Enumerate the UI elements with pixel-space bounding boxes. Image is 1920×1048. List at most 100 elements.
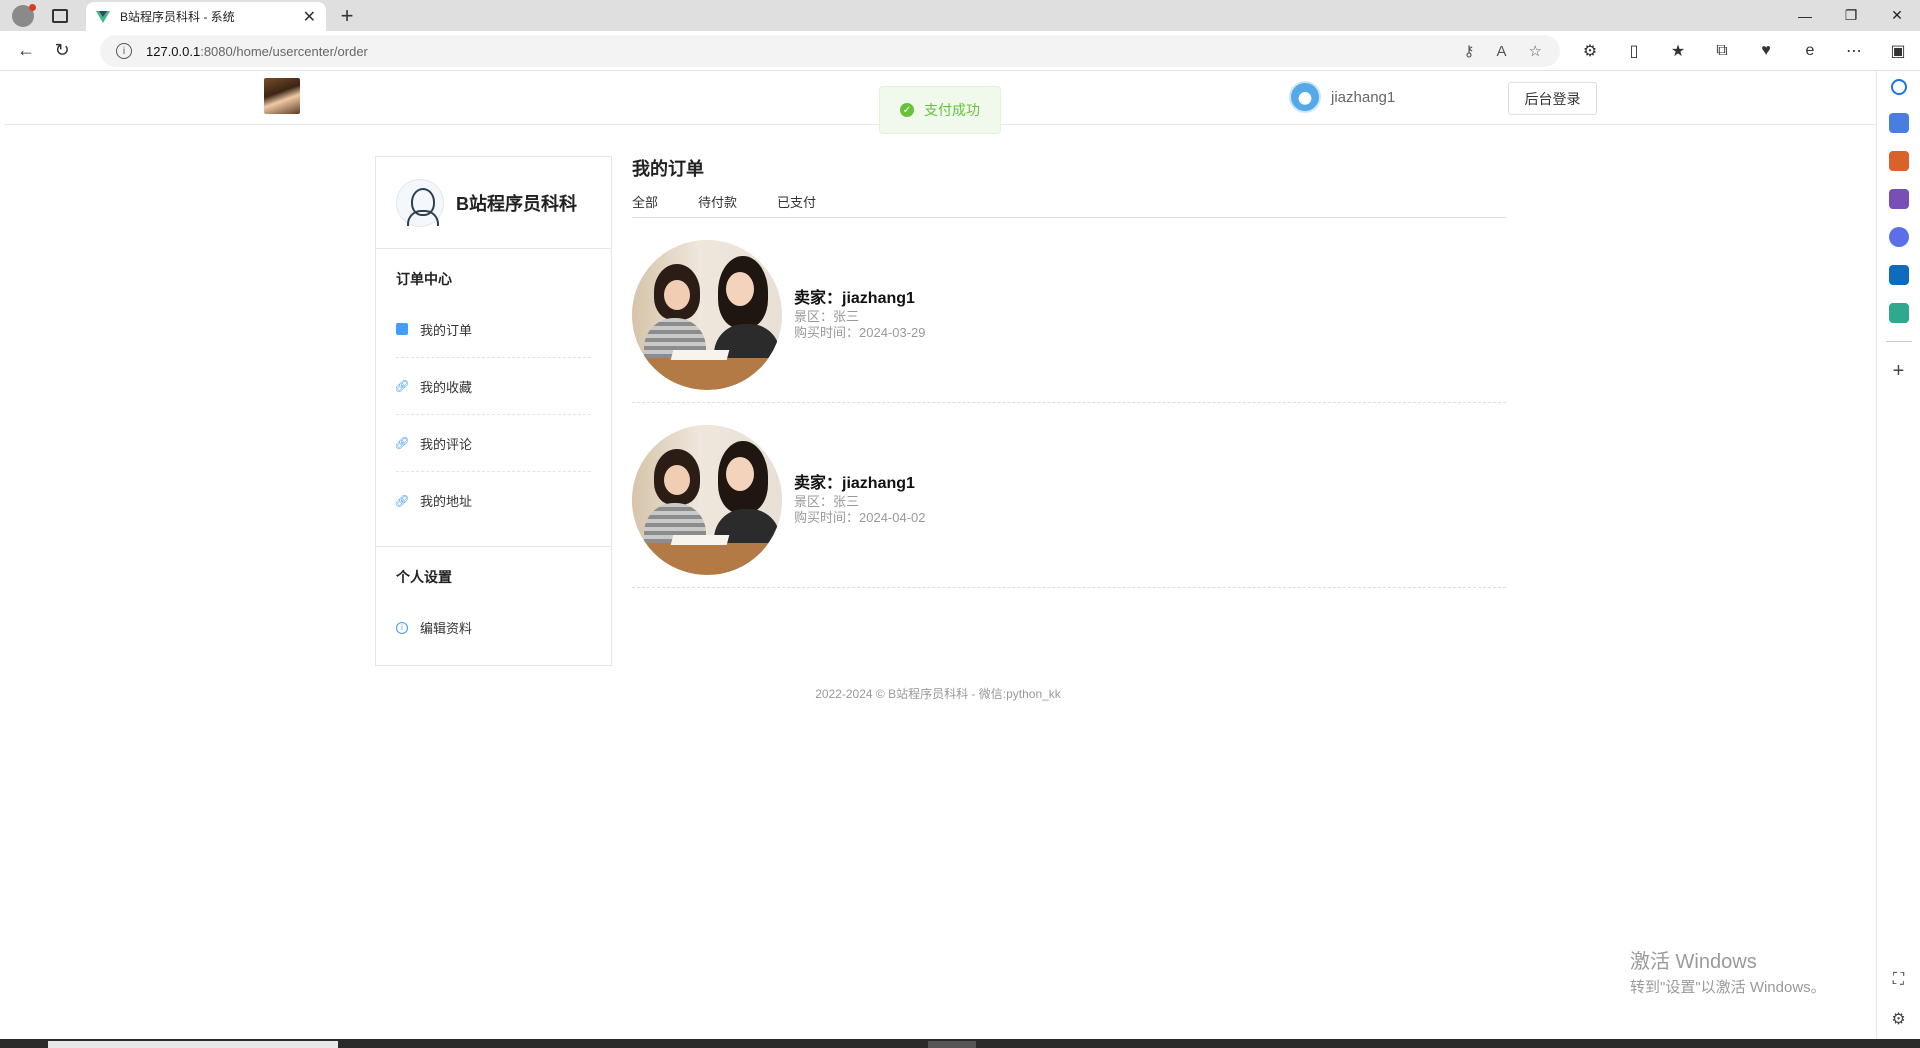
sidebar-toggle-icon[interactable]: ▣: [1876, 41, 1920, 61]
add-icon[interactable]: +: [1893, 360, 1905, 383]
order-info: 卖家：jiazhang1 景区：张三 购买时间：2024-03-29: [794, 289, 926, 341]
send-icon[interactable]: [1888, 303, 1909, 323]
order-item[interactable]: 卖家：jiazhang1 景区：张三 购买时间：2024-04-02: [632, 403, 1506, 588]
browser-sidebar: + ⛶ ⚙: [1876, 71, 1920, 1039]
copilot-icon[interactable]: [1888, 227, 1909, 247]
url-host: 127.0.0.1: [146, 43, 201, 59]
site-info-icon[interactable]: i: [116, 43, 132, 59]
sidebar-item-my-address[interactable]: 🔗︎ 我的地址: [394, 472, 591, 529]
order-seller: 卖家：jiazhang1: [794, 290, 915, 307]
taskbar-app[interactable]: [928, 1041, 976, 1048]
page-viewport: jiazhang1 后台登录 ✓ 支付成功 B站程序员科科 订单中心 我的订单 …: [0, 71, 1876, 1039]
browser-tab[interactable]: B站程序员科科 - 系统 ✕: [86, 2, 326, 31]
settings-gear-icon[interactable]: ⚙: [1891, 1009, 1905, 1029]
sidebar-item-label: 我的地址: [420, 494, 473, 509]
chess-icon[interactable]: [1888, 189, 1909, 209]
browser-tab-title: B站程序员科科 - 系统: [120, 10, 235, 24]
sidebar-item-label: 编辑资料: [420, 621, 473, 636]
windows-activation-watermark: 激活 Windows 转到"设置"以激活 Windows。: [1630, 945, 1826, 997]
edge-icon[interactable]: e: [1788, 42, 1832, 60]
site-logo[interactable]: [264, 78, 300, 114]
order-time: 购买时间：2024-04-02: [794, 510, 926, 525]
sidebar-item-my-orders[interactable]: 我的订单: [396, 301, 591, 358]
extensions-icon[interactable]: ⚙: [1568, 41, 1612, 61]
collections-icon[interactable]: ⧉: [1700, 42, 1744, 60]
window-close-button[interactable]: ✕: [1874, 0, 1920, 31]
url-path: :8080/home/usercenter/order: [200, 43, 368, 59]
page-title: 我的订单: [632, 159, 704, 179]
order-info: 卖家：jiazhang1 景区：张三 购买时间：2024-04-02: [794, 474, 926, 526]
sidebar-item-my-comments[interactable]: 🔗︎ 我的评论: [394, 415, 591, 472]
user-center-sidebar: B站程序员科科 订单中心 我的订单 🔗︎ 我的收藏 🔗︎ 我的评论 🔗︎ 我的地…: [375, 156, 612, 666]
outlook-icon[interactable]: [1888, 265, 1909, 285]
restore-button[interactable]: ❐: [1828, 0, 1874, 31]
order-center-section: 订单中心 我的订单 🔗︎ 我的收藏 🔗︎ 我的评论 🔗︎ 我的地址: [376, 249, 611, 529]
os-taskbar: [0, 1039, 1920, 1048]
browser-toolbar: ← ↻ i 127.0.0.1:8080/home/usercenter/ord…: [0, 31, 1920, 71]
minimize-button[interactable]: —: [1782, 0, 1828, 31]
tab-close-icon[interactable]: ✕: [303, 7, 316, 27]
link-icon: 🔗︎: [394, 436, 410, 450]
user-menu[interactable]: jiazhang1: [1289, 81, 1395, 113]
order-area: 景区：张三: [794, 309, 860, 324]
taskbar-search[interactable]: [48, 1041, 338, 1048]
order-seller: 卖家：jiazhang1: [794, 475, 915, 492]
tab-paid[interactable]: 已支付: [777, 192, 816, 211]
success-message-text: 支付成功: [924, 102, 980, 118]
read-aloud-icon[interactable]: A: [1497, 43, 1507, 60]
sidebar-item-label: 我的收藏: [420, 379, 473, 395]
more-icon[interactable]: ⋯: [1832, 41, 1876, 61]
screenshot-icon[interactable]: ⛶: [1893, 971, 1904, 989]
brand-name: B站程序员科科: [456, 193, 577, 214]
sidebar-item-label: 我的订单: [420, 322, 473, 338]
window-controls: — ❐ ✕: [1782, 0, 1920, 31]
sidebar-item-label: 我的评论: [420, 436, 473, 452]
brand-avatar-icon: [396, 178, 444, 227]
user-avatar[interactable]: [1289, 81, 1321, 113]
document-icon: [396, 323, 408, 335]
performance-icon[interactable]: ♥: [1744, 42, 1788, 60]
order-tabs: 全部 待付款 已支付: [632, 188, 1506, 218]
order-area: 景区：张三: [794, 494, 860, 509]
link-icon: 🔗︎: [394, 379, 410, 393]
tab-all[interactable]: 全部: [632, 192, 658, 211]
username[interactable]: jiazhang1: [1331, 89, 1395, 106]
personal-settings-title: 个人设置: [396, 569, 452, 585]
favorite-star-icon[interactable]: ☆: [1529, 42, 1542, 60]
watermark-line1: 激活 Windows: [1630, 951, 1757, 973]
sidebar-divider: [1885, 341, 1912, 342]
link-icon: 🔗︎: [394, 493, 410, 508]
split-screen-icon[interactable]: ▯: [1612, 41, 1656, 61]
watermark-line2: 转到"设置"以激活 Windows。: [1630, 979, 1826, 996]
order-center-title: 订单中心: [396, 271, 452, 287]
success-message: ✓ 支付成功: [879, 86, 1001, 134]
toolbox-icon[interactable]: [1888, 151, 1909, 171]
sidebar-item-my-favorites[interactable]: 🔗︎ 我的收藏: [394, 358, 591, 415]
order-image[interactable]: [632, 425, 782, 575]
order-item[interactable]: 卖家：jiazhang1 景区：张三 购买时间：2024-03-29: [632, 218, 1506, 403]
tab-pending-payment[interactable]: 待付款: [698, 192, 737, 211]
order-image[interactable]: [632, 240, 782, 390]
key-icon[interactable]: ⚷: [1464, 42, 1475, 60]
info-icon: i: [396, 621, 408, 634]
sidebar-brand: B站程序员科科: [376, 157, 611, 249]
orders-content: 我的订单 全部 待付款 已支付 卖家：jiazhang1 景区：张三 购买时间：…: [632, 156, 1506, 588]
profile-icon[interactable]: [12, 3, 36, 27]
order-time: 购买时间：2024-03-29: [794, 325, 926, 340]
admin-login-button[interactable]: 后台登录: [1508, 82, 1597, 115]
tag-icon[interactable]: [1888, 113, 1909, 133]
sidebar-item-edit-profile[interactable]: i 编辑资料: [396, 599, 591, 656]
success-check-icon: ✓: [900, 103, 914, 117]
tab-actions-icon[interactable]: [52, 8, 68, 23]
browser-tab-strip: B站程序员科科 - 系统 ✕ + — ❐ ✕: [0, 0, 1920, 31]
search-icon[interactable]: [1890, 79, 1907, 95]
vue-favicon-icon: [96, 10, 110, 23]
toolbar-icons: ⚙ ▯ ★ ⧉ ♥ e ⋯ ▣: [1568, 31, 1920, 71]
personal-settings-section: 个人设置 i 编辑资料: [376, 547, 611, 656]
favorites-icon[interactable]: ★: [1656, 41, 1700, 61]
refresh-icon[interactable]: ↻: [44, 33, 80, 69]
page-footer: 2022-2024 © B站程序员科科 - 微信:python_kk: [815, 687, 1061, 701]
back-icon[interactable]: ←: [8, 33, 44, 69]
new-tab-button[interactable]: +: [332, 0, 362, 31]
address-bar[interactable]: i 127.0.0.1:8080/home/usercenter/order ⚷…: [100, 35, 1560, 67]
